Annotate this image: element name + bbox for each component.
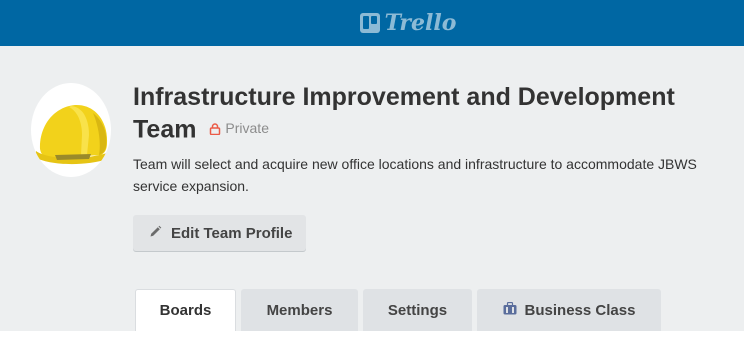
privacy-indicator[interactable]: Private: [209, 113, 269, 144]
top-header-bar: Trello: [0, 0, 744, 46]
pencil-icon: [149, 225, 162, 242]
tab-members[interactable]: Members: [241, 289, 358, 331]
team-tabs: Boards Members Settings Business Class: [135, 289, 661, 331]
team-description: Team will select and acquire new office …: [133, 156, 697, 194]
team-avatar: [31, 83, 111, 177]
lock-icon: [209, 122, 221, 135]
trello-logo-icon: [359, 13, 380, 33]
tab-label: Business Class: [524, 301, 636, 319]
privacy-label: Private: [225, 120, 269, 136]
tab-settings[interactable]: Settings: [363, 289, 472, 331]
team-title: Infrastructure Improvement and Developme…: [133, 82, 733, 146]
tab-label: Settings: [387, 301, 448, 319]
trello-logo[interactable]: Trello: [359, 10, 457, 36]
tab-label: Members: [266, 301, 333, 319]
tab-label: Boards: [159, 302, 212, 319]
hard-hat-icon: [35, 104, 108, 165]
briefcase-icon: [503, 301, 517, 319]
content-area: [0, 331, 744, 356]
edit-button-label: Edit Team Profile: [171, 224, 293, 242]
edit-team-profile-button[interactable]: Edit Team Profile: [133, 215, 307, 251]
logo-text: Trello: [384, 10, 457, 36]
tab-business-class[interactable]: Business Class: [477, 289, 661, 331]
tab-boards[interactable]: Boards: [135, 289, 236, 331]
